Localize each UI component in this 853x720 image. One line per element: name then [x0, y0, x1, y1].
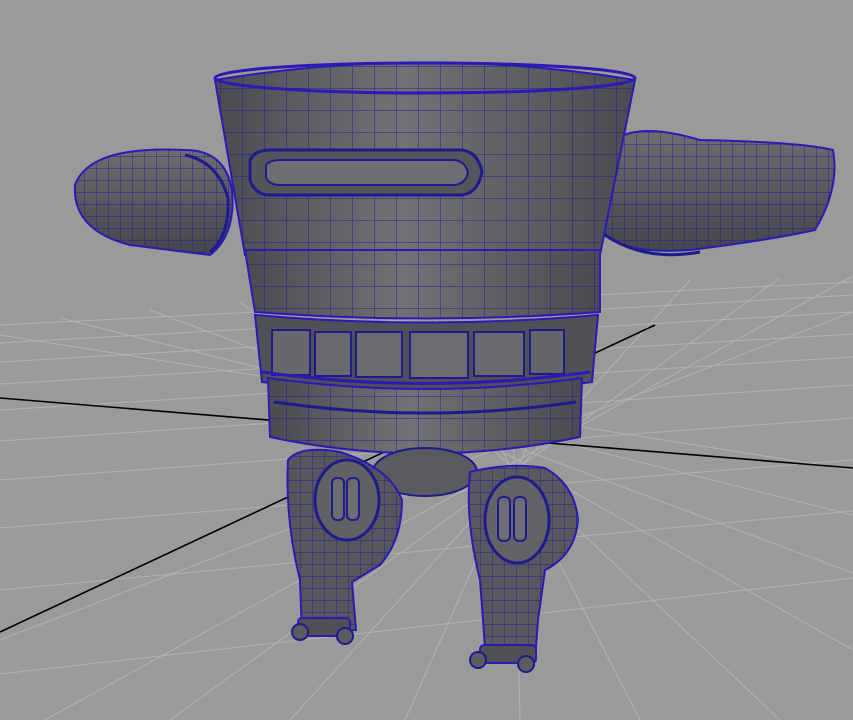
right-leg[interactable] [465, 460, 585, 665]
lower-torso[interactable] [240, 245, 605, 327]
chest-slot[interactable] [248, 148, 484, 197]
left-foot[interactable] [291, 617, 354, 645]
left-arm[interactable] [70, 140, 245, 265]
right-foot[interactable] [469, 644, 537, 673]
right-arm[interactable] [595, 115, 840, 260]
viewport-canvas[interactable] [0, 0, 853, 720]
3d-viewport[interactable] [0, 0, 853, 720]
